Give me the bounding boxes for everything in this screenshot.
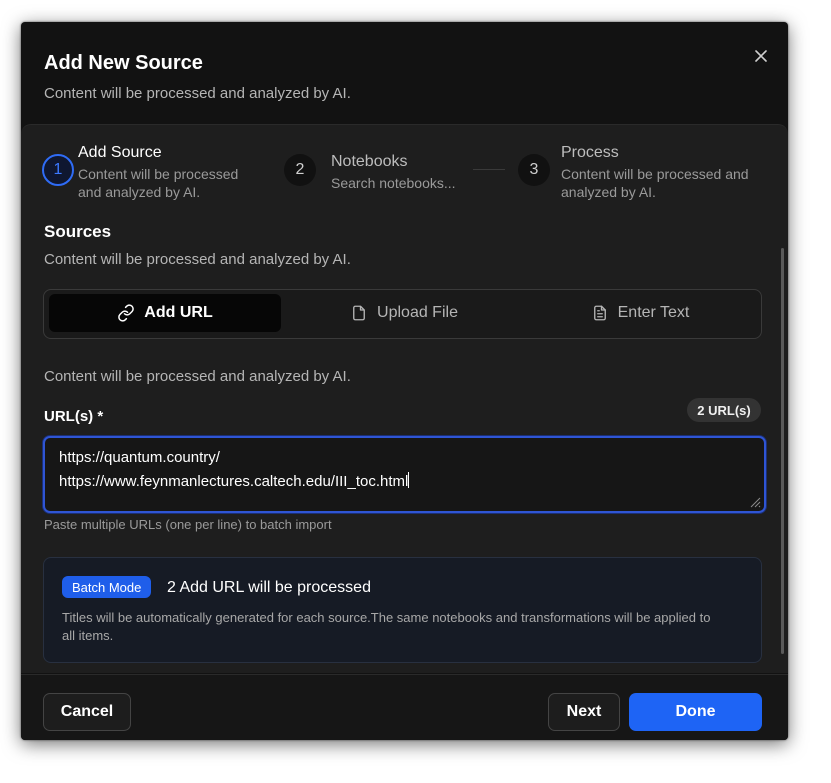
step-1-desc-line2: and analyzed by AI. — [78, 184, 201, 200]
step-2-desc: Search notebooks... — [331, 175, 456, 191]
step-3-number: 3 — [518, 154, 550, 186]
step-1-desc-line1: Content will be processed — [78, 166, 239, 182]
step-2-number: 2 — [284, 154, 316, 186]
tab-upload-file[interactable]: Upload File — [289, 294, 519, 332]
tab-enter-text[interactable]: Enter Text — [524, 294, 756, 332]
step-1-title: Add Source — [78, 144, 162, 161]
close-button[interactable] — [749, 44, 773, 68]
url-field-label: URL(s) * — [44, 408, 104, 425]
tab-add-url[interactable]: Add URL — [49, 294, 281, 332]
step-2-title: Notebooks — [331, 153, 408, 170]
tab-enter-text-label: Enter Text — [617, 304, 690, 321]
batch-mode-badge: Batch Mode — [62, 576, 152, 598]
batch-description: Titles will be automatically generated f… — [62, 610, 711, 643]
batch-mode-panel: Batch Mode 2 Add URL will be processed T… — [43, 557, 762, 663]
step-3-title: Process — [561, 144, 619, 161]
url-info-text: Content will be processed and analyzed b… — [44, 368, 351, 385]
next-button[interactable]: Next — [548, 693, 620, 731]
scrollbar[interactable] — [781, 248, 784, 654]
url-textarea[interactable]: https://quantum.country/ https://www.fey… — [43, 436, 766, 513]
url-line-2: https://www.feynmanlectures.caltech.edu/… — [59, 472, 410, 490]
dialog-title: Add New Source — [44, 52, 203, 74]
stepper: 1 Add Source Content will be processed a… — [21, 124, 788, 217]
url-count-badge: 2 URL(s) — [687, 398, 761, 422]
document-text-icon — [593, 305, 606, 321]
url-line-1: https://quantum.country/ — [59, 449, 220, 466]
dialog-subtitle: Content will be processed and analyzed b… — [44, 85, 351, 102]
add-source-dialog: Add New Source Content will be processed… — [21, 22, 788, 740]
tab-upload-file-label: Upload File — [377, 304, 458, 321]
link-icon — [118, 304, 135, 322]
close-icon — [755, 50, 767, 62]
sources-title: Sources — [44, 222, 112, 241]
step-1-number: 1 — [42, 154, 74, 186]
batch-title: 2 Add URL will be processed — [167, 579, 371, 596]
resize-handle-icon[interactable] — [749, 496, 761, 508]
source-type-tabs: Add URL Upload File Enter Text — [43, 289, 762, 339]
content-panel: Sources Content will be processed and an… — [21, 216, 788, 673]
step-3-desc-line1: Content will be processed and — [561, 166, 749, 182]
done-button[interactable]: Done — [629, 693, 762, 731]
cancel-button[interactable]: Cancel — [43, 693, 131, 731]
sources-description: Content will be processed and analyzed b… — [44, 251, 351, 268]
url-hint: Paste multiple URLs (one per line) to ba… — [44, 517, 332, 532]
file-icon — [353, 305, 365, 321]
tab-add-url-label: Add URL — [144, 304, 213, 321]
step-connector — [473, 169, 505, 170]
dialog-footer: Cancel Next Done — [21, 674, 788, 740]
step-3-desc-line2: analyzed by AI. — [561, 184, 656, 200]
